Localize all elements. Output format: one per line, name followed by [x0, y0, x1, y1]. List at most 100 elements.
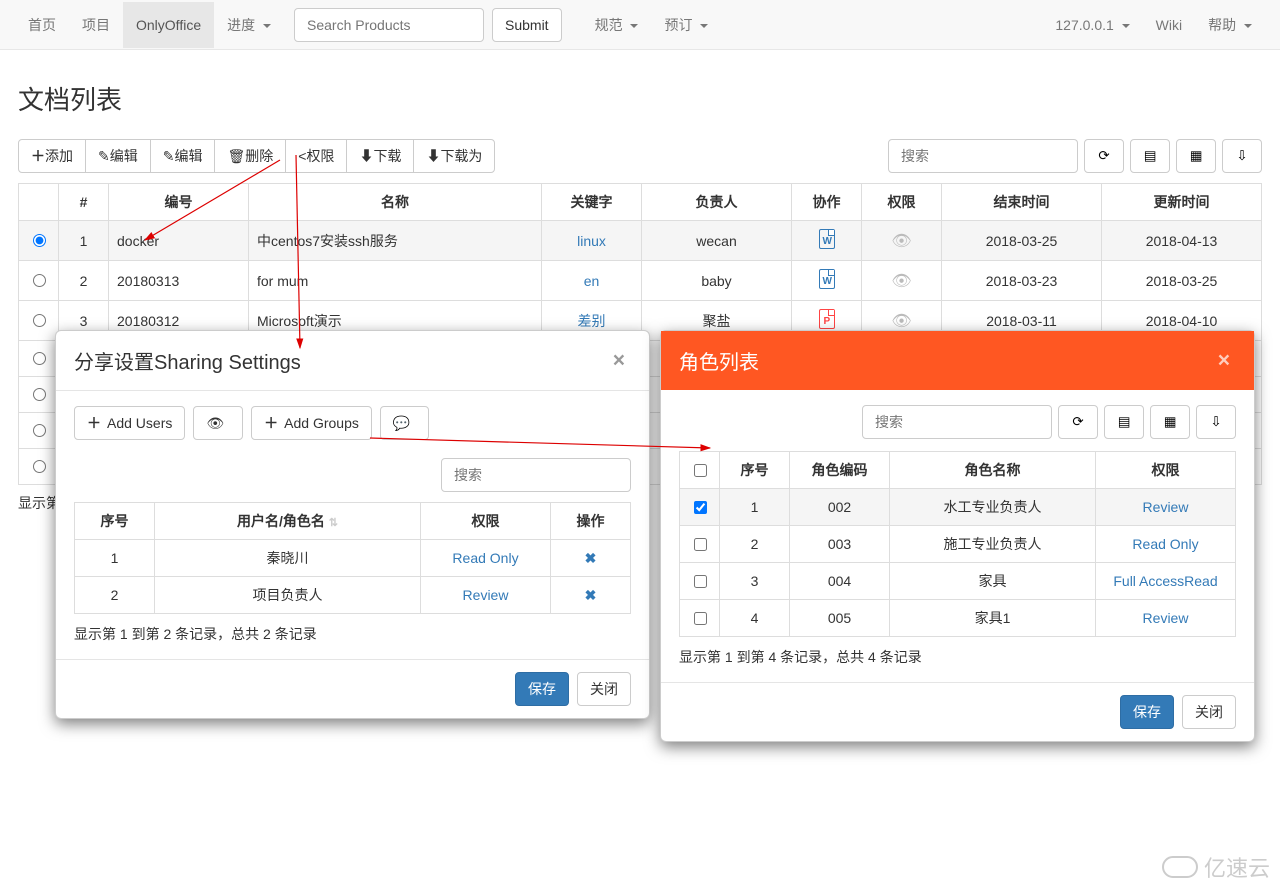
- role-col-name[interactable]: 角色名称: [890, 452, 1096, 489]
- row-radio[interactable]: [33, 388, 46, 401]
- table-row[interactable]: 3 004 家具 Full AccessRead: [680, 563, 1236, 600]
- nav-spec[interactable]: 规范: [582, 0, 652, 50]
- role-save-button[interactable]: 保存: [1120, 695, 1174, 729]
- toolbar-delete-button[interactable]: 🗑删除: [214, 139, 286, 173]
- row-radio[interactable]: [33, 460, 46, 473]
- table-row[interactable]: 1 docker 中centos7安装ssh服务 linux wecan 👁 2…: [19, 221, 1262, 261]
- role-search-input[interactable]: [862, 405, 1052, 439]
- table-row[interactable]: 1 秦晓川 Read Only ✖: [75, 540, 631, 577]
- col-keyword[interactable]: 关键字: [542, 184, 642, 221]
- cell-code: 004: [790, 563, 890, 600]
- row-checkbox[interactable]: [694, 538, 707, 551]
- toolbar-add-button[interactable]: ＋添加: [18, 139, 86, 173]
- cell-perm[interactable]: Full AccessRead: [1113, 573, 1217, 589]
- file-icon[interactable]: [819, 309, 835, 329]
- caret-icon: [263, 24, 271, 28]
- share-search-input[interactable]: [441, 458, 631, 492]
- col-upd[interactable]: 更新时间: [1102, 184, 1262, 221]
- add-users-button[interactable]: ＋ Add Users: [74, 406, 185, 440]
- share-close-button[interactable]: 关闭: [577, 672, 631, 706]
- cell-keyword[interactable]: en: [584, 273, 600, 289]
- share-modal: 分享设置Sharing Settings × ＋ Add Users 👁 ＋ A…: [55, 330, 650, 719]
- visibility-dropdown[interactable]: 👁: [193, 406, 243, 440]
- role-close-button[interactable]: 关闭: [1182, 695, 1236, 729]
- nav-onlyoffice[interactable]: OnlyOffice: [123, 2, 214, 48]
- remove-icon[interactable]: ✖: [585, 550, 597, 566]
- share-col-perm[interactable]: 权限: [421, 503, 551, 540]
- cell-perm[interactable]: Review: [1143, 499, 1189, 515]
- cell-perm[interactable]: Review: [1143, 610, 1189, 626]
- doc-search-input[interactable]: [888, 139, 1078, 173]
- refresh-button[interactable]: ⟳: [1084, 139, 1124, 173]
- remove-icon[interactable]: ✖: [585, 587, 597, 603]
- share-modal-close-x[interactable]: ×: [607, 348, 631, 374]
- role-record-info: 显示第 1 到第 4 条记录，总共 4 条记录: [679, 647, 1236, 667]
- col-code[interactable]: 编号: [109, 184, 249, 221]
- row-checkbox[interactable]: [694, 612, 707, 625]
- share-col-num[interactable]: 序号: [75, 503, 155, 540]
- col-name[interactable]: 名称: [249, 184, 542, 221]
- share-col-name[interactable]: 用户名/角色名 ⇅: [155, 503, 421, 540]
- toolbar-download-button[interactable]: ⬇下载: [346, 139, 414, 173]
- table-row[interactable]: 1 002 水工专业负责人 Review: [680, 489, 1236, 526]
- row-radio[interactable]: [33, 234, 46, 247]
- col-owner[interactable]: 负责人: [642, 184, 792, 221]
- nav-home[interactable]: 首页: [15, 0, 69, 50]
- col-end[interactable]: 结束时间: [942, 184, 1102, 221]
- share-save-button[interactable]: 保存: [515, 672, 569, 706]
- nav-search-input[interactable]: [294, 8, 484, 42]
- eye-off-icon: 👁: [891, 313, 911, 330]
- toggle-view-button[interactable]: ▤: [1130, 139, 1170, 173]
- role-col-code[interactable]: 角色编码: [790, 452, 890, 489]
- row-radio[interactable]: [33, 314, 46, 327]
- toolbar-edit-button[interactable]: ✎编辑: [85, 139, 151, 173]
- toolbar-permission-button[interactable]: <权限: [285, 139, 347, 173]
- cell-num: 1: [720, 489, 790, 526]
- file-icon[interactable]: [819, 269, 835, 289]
- columns-button[interactable]: ▦: [1176, 139, 1216, 173]
- file-icon[interactable]: [819, 229, 835, 249]
- table-row[interactable]: 2 003 施工专业负责人 Read Only: [680, 526, 1236, 563]
- role-modal-close-x[interactable]: ×: [1212, 348, 1236, 374]
- role-refresh-button[interactable]: ⟳: [1058, 405, 1098, 439]
- toolbar-edit2-button[interactable]: ✎编辑: [150, 139, 216, 173]
- cell-upd: 2018-03-25: [1102, 261, 1262, 301]
- nav-projects[interactable]: 项目: [69, 0, 123, 50]
- row-checkbox[interactable]: [694, 575, 707, 588]
- row-radio[interactable]: [33, 424, 46, 437]
- nav-submit-button[interactable]: Submit: [492, 8, 562, 42]
- table-row[interactable]: 4 005 家具1 Review: [680, 600, 1236, 637]
- col-num[interactable]: #: [59, 184, 109, 221]
- nav-progress[interactable]: 进度: [214, 0, 284, 50]
- row-radio[interactable]: [33, 274, 46, 287]
- export-button[interactable]: ⇩: [1222, 139, 1262, 173]
- nav-wiki[interactable]: Wiki: [1143, 2, 1195, 48]
- add-groups-button[interactable]: ＋ Add Groups: [251, 406, 372, 440]
- nav-booking[interactable]: 预订: [651, 0, 721, 50]
- role-select-all[interactable]: [694, 464, 707, 477]
- role-export-button[interactable]: ⇩: [1196, 405, 1236, 439]
- eye-off-icon: 👁: [891, 273, 911, 290]
- nav-ip[interactable]: 127.0.0.1: [1042, 2, 1142, 48]
- role-col-perm[interactable]: 权限: [1096, 452, 1236, 489]
- role-toggle-button[interactable]: ▤: [1104, 405, 1144, 439]
- table-row[interactable]: 2 20180313 for mum en baby 👁 2018-03-23 …: [19, 261, 1262, 301]
- cell-perm[interactable]: Review: [463, 587, 509, 603]
- cell-perm[interactable]: Read Only: [1132, 536, 1198, 552]
- col-perm[interactable]: 权限: [862, 184, 942, 221]
- share-modal-title: 分享设置Sharing Settings: [74, 346, 607, 375]
- row-radio[interactable]: [33, 352, 46, 365]
- row-checkbox[interactable]: [694, 501, 707, 514]
- col-collab[interactable]: 协作: [792, 184, 862, 221]
- share-col-op[interactable]: 操作: [551, 503, 631, 540]
- nav-help[interactable]: 帮助: [1195, 0, 1265, 50]
- toolbar-downloadas-button[interactable]: ⬇下载为: [413, 139, 495, 173]
- role-col-num[interactable]: 序号: [720, 452, 790, 489]
- cell-keyword[interactable]: 差别: [578, 313, 606, 329]
- role-columns-button[interactable]: ▦: [1150, 405, 1190, 439]
- table-row[interactable]: 2 项目负责人 Review ✖: [75, 577, 631, 614]
- cell-perm[interactable]: Read Only: [452, 550, 518, 566]
- chat-dropdown[interactable]: 💬: [380, 406, 429, 440]
- caret-icon: [700, 24, 708, 28]
- cell-keyword[interactable]: linux: [577, 233, 606, 249]
